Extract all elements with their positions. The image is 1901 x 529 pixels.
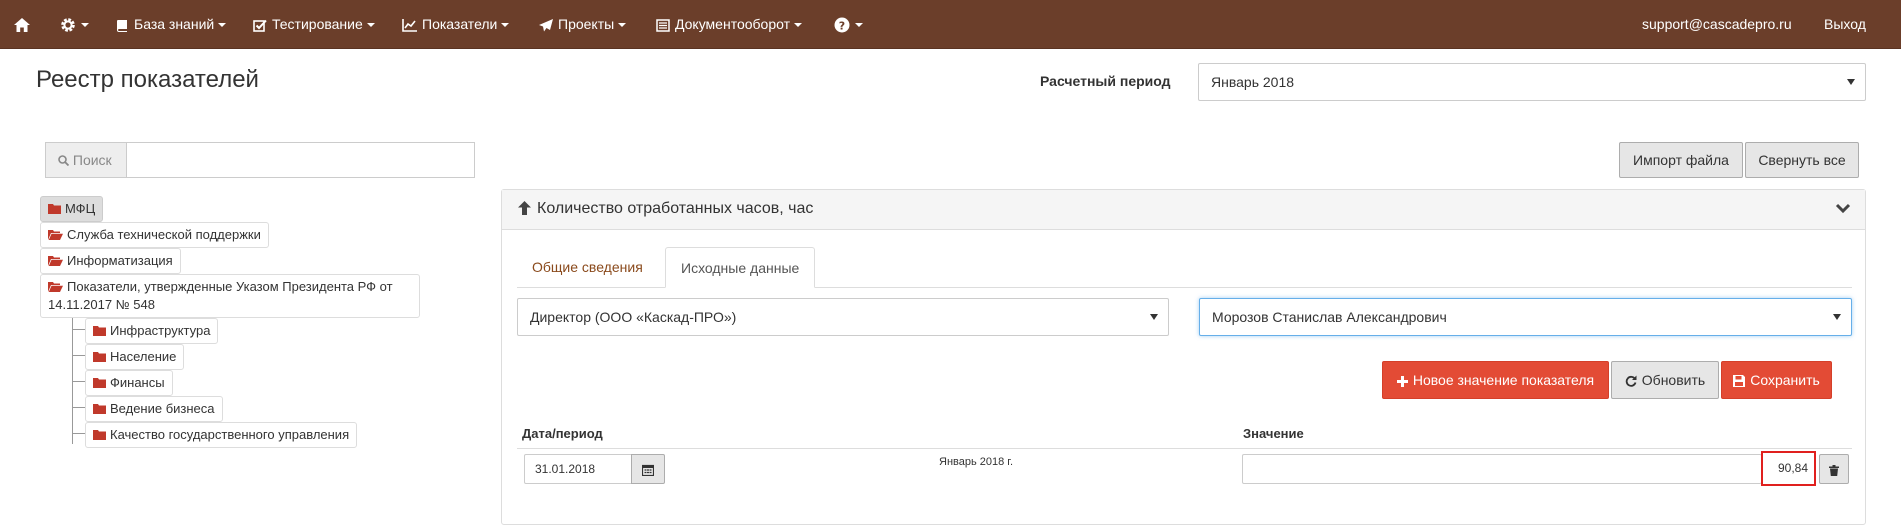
refresh-button[interactable]: Обновить [1611,361,1719,399]
search-input[interactable] [126,142,475,178]
folder-icon [48,204,61,214]
chevron-down-icon [81,23,89,28]
paper-plane-icon [539,18,553,32]
logout-link[interactable]: Выход [1824,0,1866,48]
page-title: Реестр показателей [36,66,259,93]
user-email-link[interactable]: support@cascadepro.ru [1642,0,1792,48]
value-field[interactable] [1242,454,1762,484]
top-navbar: База знаний Тестирование Показатели Прое… [0,0,1901,49]
folder-open-icon [48,256,63,266]
folder-icon [93,352,106,362]
folder-open-icon [48,282,63,292]
search-addon: Поиск [45,142,127,178]
caret-down-icon [1847,79,1855,85]
calendar-button[interactable] [631,454,665,484]
tree-item-infrastructure[interactable]: Инфраструктура [85,318,219,344]
gear-icon [61,18,75,33]
tree-item-population[interactable]: Население [85,344,185,370]
panel-heading[interactable]: Количество отработанных часов, час [502,190,1865,230]
chevron-down-icon [855,23,863,28]
caret-down-icon [1833,314,1841,320]
table-header-divider [517,448,1852,449]
delete-row-button[interactable] [1819,454,1849,484]
tree-connector [72,314,73,444]
nav-documents[interactable]: Документооборот [656,0,803,48]
folder-icon [93,430,106,440]
book-icon [117,19,127,32]
column-header-value: Значение [1243,426,1304,441]
panel-title: Количество отработанных часов, час [518,200,813,218]
tree-item-business[interactable]: Ведение бизнеса [85,396,223,422]
chevron-down-icon[interactable] [1835,203,1851,215]
trash-icon [1829,465,1839,476]
new-value-button[interactable]: Новое значение показателя [1382,361,1609,399]
folder-icon [93,326,106,336]
tab-source-data[interactable]: Исходные данные [665,247,816,288]
nav-testing[interactable]: Тестирование [253,0,375,48]
column-header-date: Дата/период [522,426,603,441]
folder-open-icon [48,230,63,240]
svg-text:?: ? [839,20,845,33]
person-select[interactable]: Морозов Станислав Александрович [1199,298,1852,336]
indicator-panel: Количество отработанных часов, час Общие… [501,189,1866,525]
settings-menu[interactable] [60,0,89,48]
period-label: Расчетный период [1040,73,1171,89]
nav-knowledge-base[interactable]: База знаний [116,0,227,48]
caret-down-icon [1150,314,1158,320]
tree-item-presidential-decree[interactable]: Показатели, утвержденные Указом Президен… [40,274,420,318]
tree-item-informatization[interactable]: Информатизация [40,248,181,274]
date-input[interactable]: 31.01.2018 [524,454,632,484]
save-button[interactable]: Сохранить [1721,361,1832,399]
tree-item-support[interactable]: Служба технической поддержки [40,222,269,248]
period-text: Январь 2018 г. [939,456,1014,468]
question-icon: ? [834,17,850,33]
tab-general[interactable]: Общие сведения [517,247,658,288]
tree-item-mfc[interactable]: МФЦ [40,196,104,222]
position-select[interactable]: Директор (ООО «Каскад-ПРО») [517,298,1169,336]
import-file-button[interactable]: Импорт файла [1619,142,1743,178]
home-icon[interactable] [14,0,35,48]
arrow-up-icon [518,201,531,215]
checkbox-icon [253,19,267,32]
folder-icon [93,404,106,414]
search-icon [58,155,70,167]
period-select[interactable]: Январь 2018 [1198,63,1866,101]
nav-indicators[interactable]: Показатели [402,0,510,48]
folder-icon [93,378,106,388]
tree-item-finance[interactable]: Финансы [85,370,173,396]
nav-projects[interactable]: Проекты [539,0,627,48]
calendar-icon [641,464,655,477]
refresh-icon [1625,375,1637,387]
line-chart-icon [402,18,417,32]
plus-icon [1396,376,1408,387]
collapse-all-button[interactable]: Свернуть все [1745,142,1859,178]
help-menu[interactable]: ? [834,0,863,48]
floppy-icon [1733,375,1746,387]
document-list-icon [656,19,670,32]
value-input[interactable]: 90,84 [1761,451,1816,486]
tree-item-governance[interactable]: Качество государственного управления [85,422,358,448]
